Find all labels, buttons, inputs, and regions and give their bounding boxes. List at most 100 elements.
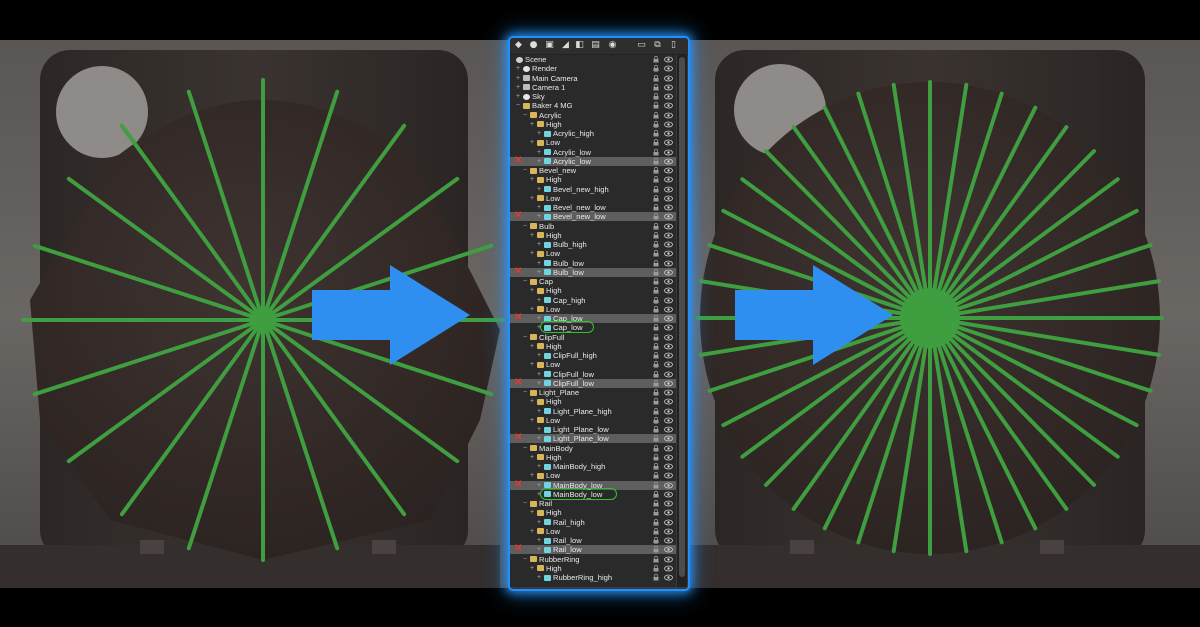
eye-icon[interactable] <box>664 519 673 526</box>
eye-icon[interactable] <box>664 361 673 368</box>
expand-icon[interactable]: + <box>537 573 543 582</box>
lock-icon[interactable] <box>653 555 659 563</box>
eye-icon[interactable] <box>664 297 673 304</box>
expand-icon[interactable]: + <box>537 370 543 379</box>
eye-icon[interactable] <box>664 324 673 331</box>
lock-icon[interactable] <box>653 407 659 415</box>
outliner-row[interactable]: + Acrylic_low <box>510 148 676 157</box>
lock-icon[interactable] <box>653 518 659 526</box>
expand-icon[interactable]: + <box>537 425 543 434</box>
outliner-row[interactable]: + High <box>510 175 676 184</box>
lock-icon[interactable] <box>653 74 659 82</box>
eye-icon[interactable] <box>664 463 673 470</box>
eye-icon[interactable] <box>664 176 673 183</box>
collapse-icon[interactable]: − <box>523 555 529 564</box>
outliner-row[interactable]: + High <box>510 231 676 240</box>
expand-icon[interactable]: + <box>537 203 543 212</box>
expand-icon[interactable]: + <box>530 231 536 240</box>
eye-icon[interactable] <box>664 389 673 396</box>
lock-icon[interactable] <box>653 342 659 350</box>
eye-icon[interactable] <box>664 380 673 387</box>
collapse-icon[interactable]: − <box>523 222 529 231</box>
eye-icon[interactable] <box>664 556 673 563</box>
eye-icon[interactable] <box>664 343 673 350</box>
lock-icon[interactable] <box>653 333 659 341</box>
eye-icon[interactable] <box>664 398 673 405</box>
expand-icon[interactable]: + <box>537 462 543 471</box>
eye-icon[interactable] <box>664 241 673 248</box>
eye-icon[interactable] <box>664 158 673 165</box>
outliner-row[interactable]: + High <box>510 286 676 295</box>
eye-icon[interactable] <box>664 435 673 442</box>
outliner-row[interactable]: + Bulb_low <box>510 259 676 268</box>
lock-icon[interactable] <box>653 305 659 313</box>
expand-icon[interactable]: + <box>537 379 543 388</box>
outliner-row[interactable]: + Low <box>510 527 676 536</box>
lock-icon[interactable] <box>653 509 659 516</box>
lock-icon[interactable] <box>653 296 659 304</box>
expand-icon[interactable]: + <box>530 453 536 462</box>
bake-icon[interactable]: ◢ <box>560 40 571 51</box>
texture-icon[interactable]: ▤ <box>590 40 601 51</box>
eye-icon[interactable] <box>664 537 673 544</box>
collapse-icon[interactable]: − <box>523 277 529 286</box>
eye-icon[interactable] <box>664 84 673 91</box>
lock-icon[interactable] <box>653 204 659 211</box>
lock-icon[interactable] <box>653 157 659 165</box>
expand-icon[interactable]: + <box>537 268 543 277</box>
outliner-row[interactable]: + High <box>510 564 676 573</box>
lock-icon[interactable] <box>653 500 659 507</box>
eye-icon[interactable] <box>664 445 673 452</box>
expand-icon[interactable]: + <box>537 518 543 527</box>
eye-icon[interactable] <box>664 195 673 202</box>
lock-icon[interactable] <box>653 416 659 424</box>
outliner-row[interactable]: + Bulb_high <box>510 240 676 249</box>
lock-icon[interactable] <box>653 213 659 220</box>
outliner-row[interactable]: + Cap_high <box>510 296 676 305</box>
eye-icon[interactable] <box>664 528 673 535</box>
expand-icon[interactable]: + <box>530 397 536 406</box>
outliner-row[interactable]: + Low <box>510 416 676 425</box>
lock-icon[interactable] <box>653 444 659 452</box>
eye-icon[interactable] <box>664 167 673 174</box>
outliner-row[interactable]: − Rail <box>510 499 676 508</box>
collapse-icon[interactable]: − <box>523 166 529 175</box>
expand-icon[interactable]: + <box>537 351 543 360</box>
lock-icon[interactable] <box>653 139 659 146</box>
lock-icon[interactable] <box>653 546 659 553</box>
outliner-row[interactable]: − Bevel_new <box>510 166 676 175</box>
lock-icon[interactable] <box>653 453 659 461</box>
outliner-row[interactable]: + Bevel_new_high <box>510 185 676 194</box>
eye-icon[interactable] <box>664 315 673 322</box>
expand-icon[interactable]: + <box>530 249 536 258</box>
lock-icon[interactable] <box>653 194 659 202</box>
collapse-icon[interactable]: − <box>516 101 522 110</box>
lock-icon[interactable] <box>653 111 659 119</box>
outliner-row[interactable]: − RubberRing <box>510 555 676 564</box>
expand-icon[interactable]: + <box>537 129 543 138</box>
lock-icon[interactable] <box>653 222 659 230</box>
eye-icon[interactable] <box>664 250 673 257</box>
lock-icon[interactable] <box>653 426 659 433</box>
outliner-row[interactable]: + ClipFull_low <box>510 370 676 379</box>
eye-icon[interactable] <box>664 102 673 109</box>
outliner-row[interactable]: + Rail_high <box>510 518 676 527</box>
outliner-row[interactable]: ✕ + Cap_low <box>510 313 676 324</box>
eye-icon[interactable] <box>664 482 673 489</box>
lock-icon[interactable] <box>653 102 659 109</box>
collapse-icon[interactable]: − <box>523 111 529 120</box>
material-icon[interactable]: ◧ <box>574 40 585 51</box>
outliner-row[interactable]: + MainBody_high <box>510 462 676 471</box>
outliner-row[interactable]: + RubberRing_high <box>510 573 676 582</box>
lock-icon[interactable] <box>653 361 659 368</box>
expand-icon[interactable]: + <box>530 120 536 129</box>
outliner-row[interactable]: + High <box>510 120 676 129</box>
object-icon[interactable]: ◆ <box>513 40 524 51</box>
expand-icon[interactable]: + <box>530 527 536 536</box>
outliner-row[interactable]: + Camera 1 <box>510 83 676 92</box>
lock-icon[interactable] <box>653 574 659 581</box>
outliner-row[interactable]: + Low <box>510 138 676 147</box>
eye-icon[interactable] <box>664 93 673 100</box>
lock-icon[interactable] <box>653 231 659 239</box>
lock-icon[interactable] <box>653 315 659 322</box>
